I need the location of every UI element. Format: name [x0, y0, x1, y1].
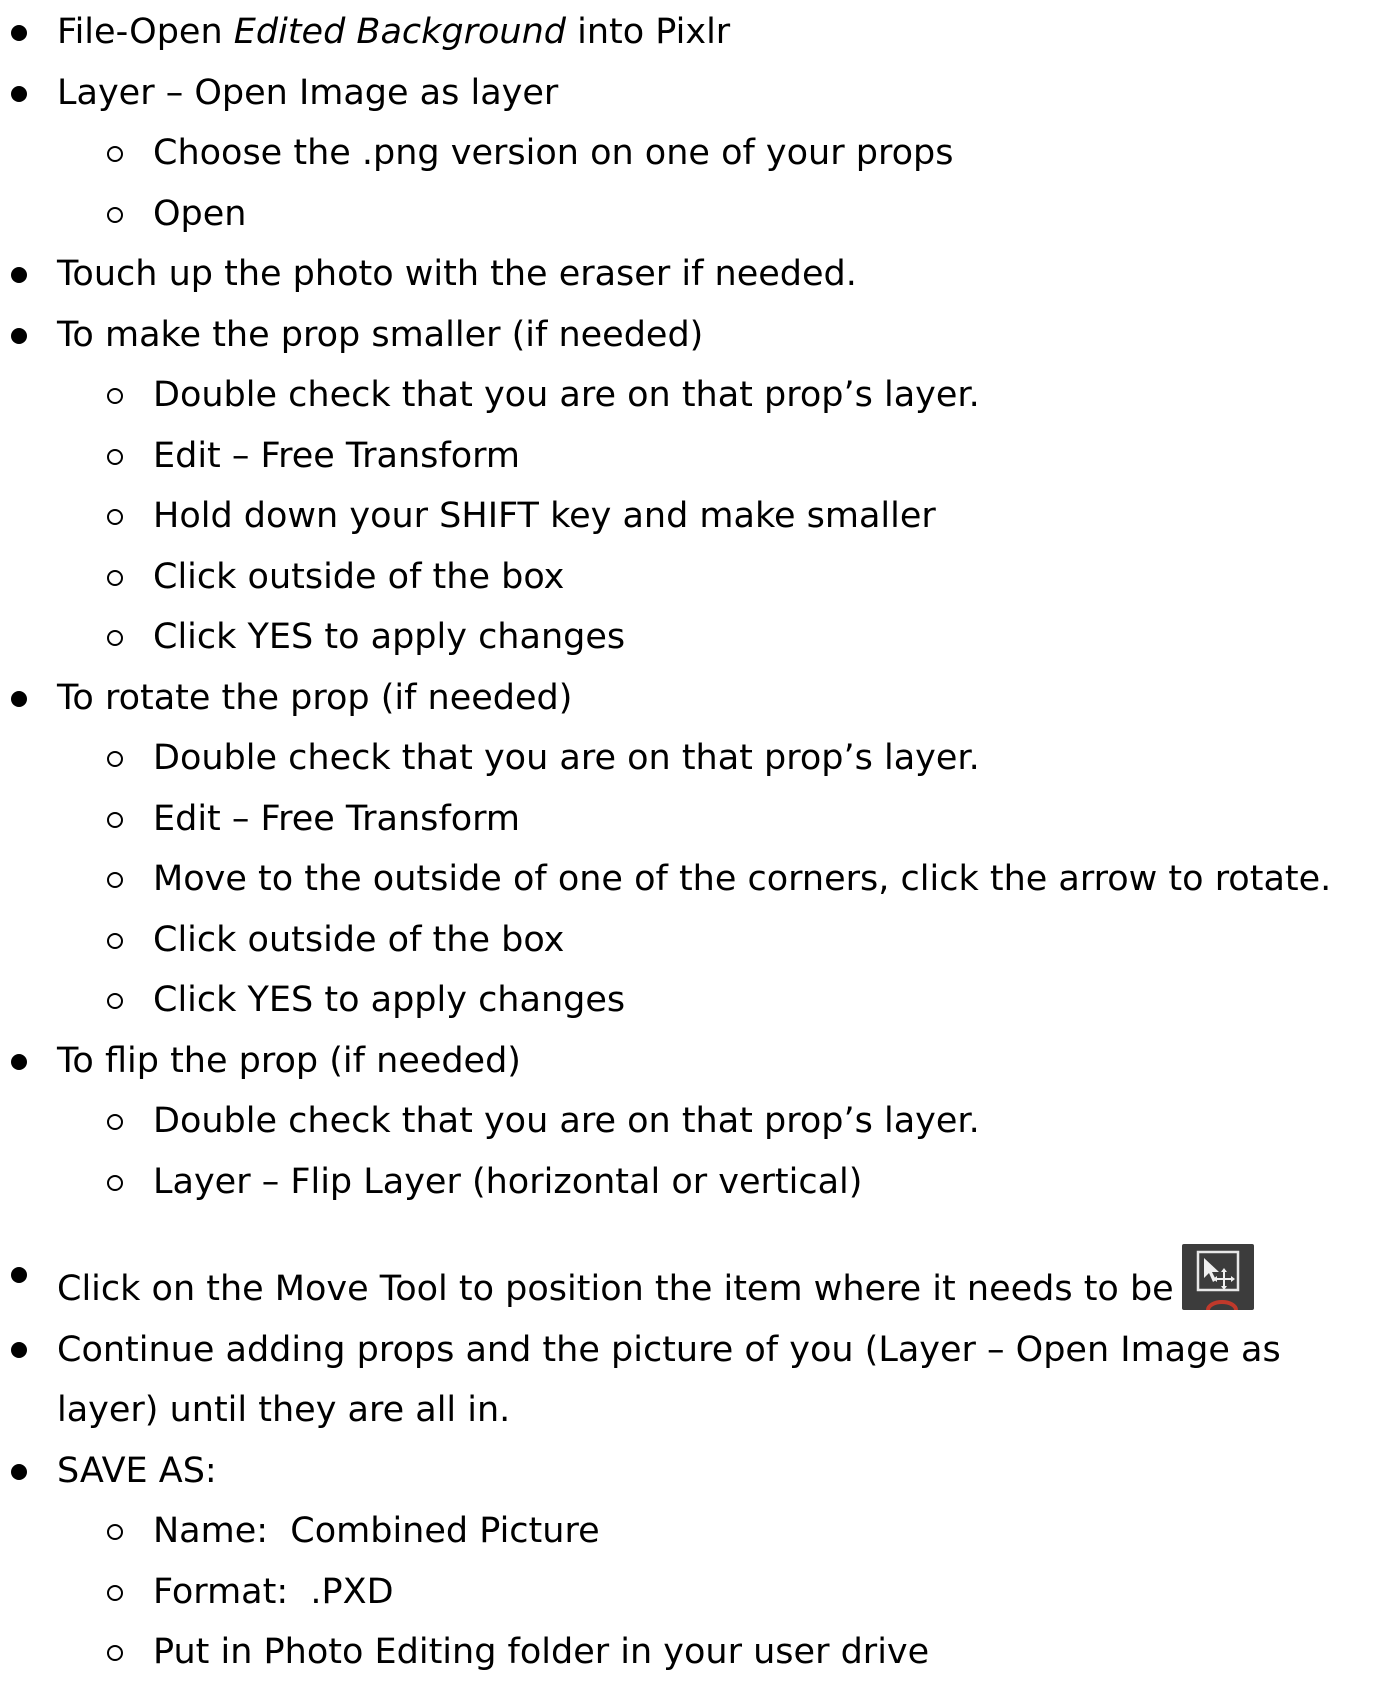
bullet-icon — [11, 690, 27, 707]
substep-text: Double check that you are on that prop’s… — [153, 738, 980, 778]
substep: Double check that you are on that prop’s… — [0, 365, 1382, 426]
step-flip: To flip the prop (if needed) — [0, 1031, 1382, 1092]
substep-text: Click outside of the box — [153, 919, 565, 960]
bullet-icon — [11, 1341, 27, 1358]
step-text: To flip the prop (if needed) — [57, 1040, 521, 1081]
substep-text: Move to the outside of one of the corner… — [153, 859, 1332, 899]
substep: Open — [0, 184, 1382, 245]
substep-text: Put in Photo Editing folder in your user… — [153, 1632, 930, 1672]
step-rotate: To rotate the prop (if needed) — [0, 668, 1382, 729]
step-make-smaller: To make the prop smaller (if needed) — [0, 305, 1382, 366]
substep-text: Double check that you are on that prop’s… — [153, 1101, 980, 1141]
circle-bullet-icon — [107, 569, 123, 586]
step-text: To rotate the prop (if needed) — [57, 677, 573, 718]
bullet-icon — [11, 1463, 27, 1480]
circle-bullet-icon — [107, 206, 123, 223]
move-tool-icon — [1181, 1244, 1254, 1310]
circle-bullet-icon — [107, 1114, 123, 1130]
circle-bullet-icon — [107, 811, 123, 828]
step-text: Continue adding props and the picture of… — [57, 1329, 1281, 1431]
step-move-tool: Click on the Move Tool to position the i… — [0, 1244, 1382, 1320]
bullet-icon — [11, 85, 27, 102]
step-text: To make the prop smaller (if needed) — [57, 314, 704, 355]
circle-bullet-icon — [107, 146, 123, 162]
substep-text: Edit – Free Transform — [153, 798, 521, 839]
substep: Double check that you are on that prop’s… — [0, 1091, 1382, 1152]
substep: Put in Photo Editing folder in your user… — [0, 1622, 1382, 1683]
substep: Choose the .png version on one of your p… — [0, 123, 1382, 184]
substep-text: Click outside of the box — [153, 556, 565, 597]
step-text: File-Open — [57, 12, 234, 52]
substep-text: Hold down your SHIFT key and make smalle… — [153, 496, 936, 536]
substep: Format: .PXD — [0, 1562, 1382, 1623]
move-tool-icon-graphic — [1196, 1250, 1239, 1310]
substep-text: Double check that you are on that prop’s… — [153, 375, 980, 415]
substep-text: Layer – Flip Layer (horizontal or vertic… — [153, 1161, 863, 1202]
bullet-icon — [11, 327, 27, 344]
circle-bullet-icon — [107, 630, 123, 646]
substep: Double check that you are on that prop’s… — [0, 728, 1382, 789]
circle-bullet-icon — [107, 1584, 123, 1601]
step-file-open: File-Open Edited Background into Pixlr — [0, 2, 1382, 63]
substep: Hold down your SHIFT key and make smalle… — [0, 486, 1382, 547]
substep: Edit – Free Transform — [0, 789, 1382, 850]
step-touch-up: Touch up the photo with the eraser if ne… — [0, 244, 1382, 305]
instruction-document: File-Open Edited Background into Pixlr L… — [0, 0, 1382, 1672]
step-text: into Pixlr — [566, 12, 731, 52]
circle-bullet-icon — [107, 388, 123, 404]
circle-bullet-icon — [107, 932, 123, 949]
step-continue-adding: Continue adding props and the picture of… — [0, 1320, 1379, 1441]
step-open-image-as-layer: Layer – Open Image as layer — [0, 63, 1382, 124]
bullet-icon — [11, 267, 27, 283]
step-text: Touch up the photo with the eraser if ne… — [57, 254, 857, 294]
circle-bullet-icon — [107, 1645, 123, 1661]
step-text: Layer – Open Image as layer — [57, 72, 559, 113]
substep-text: Open — [153, 193, 247, 234]
substep-text: Choose the .png version on one of your p… — [153, 133, 954, 173]
substep: Edit – Free Transform — [0, 426, 1382, 487]
circle-bullet-icon — [107, 1174, 123, 1191]
substep-text: Name: Combined Picture — [153, 1511, 600, 1551]
substep: Click YES to apply changes — [0, 970, 1382, 1031]
step-text-italic: Edited Background — [233, 12, 567, 52]
circle-bullet-icon — [107, 751, 123, 767]
substep: Move to the outside of one of the corner… — [0, 849, 1382, 910]
substep-text: Click YES to apply changes — [153, 980, 626, 1020]
circle-bullet-icon — [107, 509, 123, 525]
bullet-icon — [11, 1267, 27, 1283]
substep-text: Edit – Free Transform — [153, 435, 521, 476]
substep: Click outside of the box — [0, 547, 1382, 608]
substep-text: Format: .PXD — [153, 1571, 394, 1612]
substep: Layer – Flip Layer (horizontal or vertic… — [0, 1152, 1382, 1213]
step-save-as: SAVE AS: — [0, 1441, 1382, 1502]
bullet-icon — [11, 1053, 27, 1070]
substep: Click YES to apply changes — [0, 607, 1382, 668]
circle-bullet-icon — [107, 993, 123, 1009]
circle-bullet-icon — [107, 872, 123, 888]
step-text: SAVE AS: — [57, 1450, 217, 1491]
bullet-icon — [11, 25, 27, 41]
substep: Name: Combined Picture — [0, 1501, 1382, 1562]
substep-text: Click YES to apply changes — [153, 617, 626, 657]
substep: Click outside of the box — [0, 910, 1382, 971]
circle-bullet-icon — [107, 448, 123, 465]
step-text: Click on the Move Tool to position the i… — [57, 1269, 1174, 1309]
circle-bullet-icon — [107, 1524, 123, 1540]
